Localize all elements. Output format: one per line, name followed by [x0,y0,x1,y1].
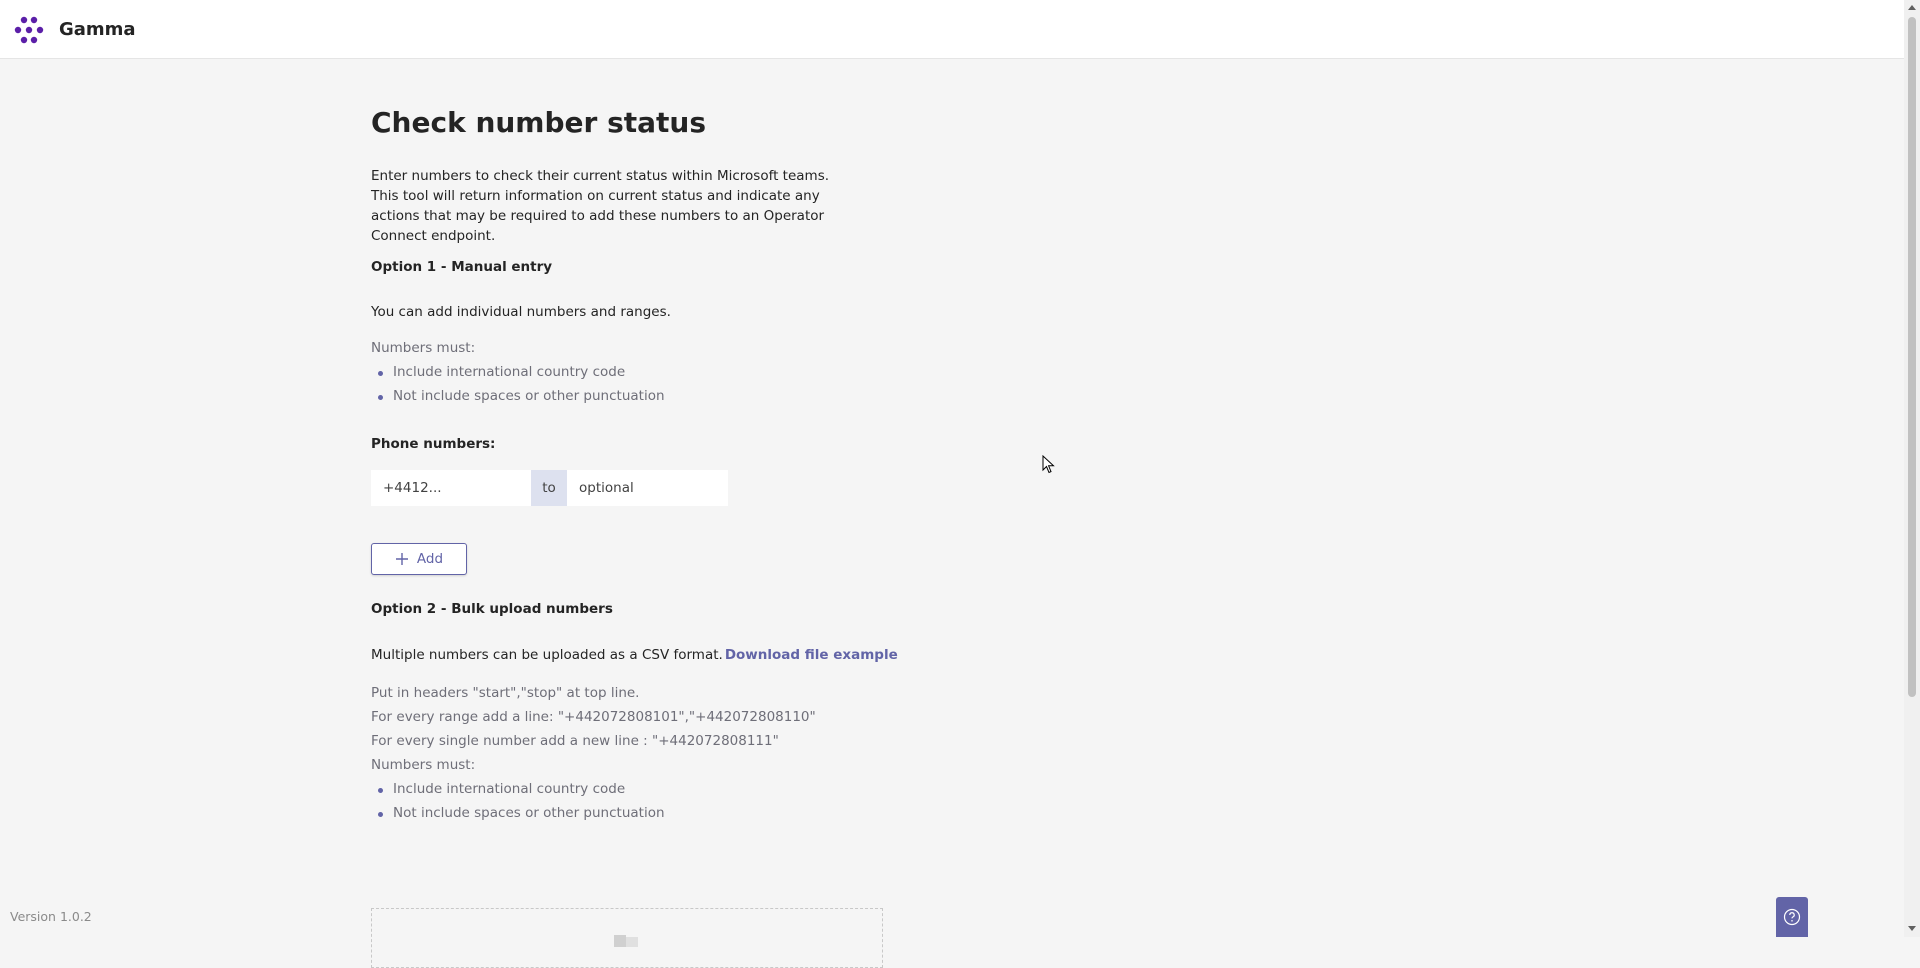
version-label: Version 1.0.2 [10,909,92,924]
scroll-up-icon[interactable] [1908,5,1916,10]
upload-file-icon [614,935,638,947]
option1-description: You can add individual numbers and range… [371,304,671,320]
plus-icon [395,553,408,565]
option2-title: Option 2 - Bulk upload numbers [371,601,613,617]
option1-rules-heading: Numbers must: [371,340,476,356]
top-bar: Gamma [0,0,1904,59]
scroll-down-icon[interactable] [1908,926,1916,931]
gamma-logo-icon [14,16,44,44]
option2-rule-item: Not include spaces or other punctuation [371,805,665,821]
option1-rule-item: Include international country code [371,364,625,380]
question-icon [1783,908,1801,926]
phone-numbers-label: Phone numbers: [371,436,496,452]
option2-rule-item: Include international country code [371,781,625,797]
help-button[interactable] [1776,897,1808,937]
phone-range-row: to [371,470,728,506]
option2-rules-heading: Numbers must: [371,757,476,773]
page-scrollbar[interactable] [1904,0,1920,937]
scroll-thumb[interactable] [1908,17,1916,697]
option2-instruction: For every single number add a new line :… [371,733,779,749]
brand-name: Gamma [59,19,136,40]
to-number-input[interactable] [567,470,728,506]
from-number-input[interactable] [371,470,531,506]
mouse-cursor-icon [1042,455,1055,474]
option2-instruction: Put in headers "start","stop" at top lin… [371,685,640,701]
add-button[interactable]: Add [371,543,467,575]
download-example-link[interactable]: Download file example [725,647,898,663]
option2-description: Multiple numbers can be uploaded as a CS… [371,647,723,663]
add-button-label: Add [416,551,444,567]
file-drop-zone[interactable] [371,908,883,968]
option1-title: Option 1 - Manual entry [371,259,553,275]
page-title: Check number status [371,106,707,139]
option2-instruction: For every range add a line: "+4420728081… [371,709,816,725]
option2-description-row: Multiple numbers can be uploaded as a CS… [371,647,898,663]
page-intro: Enter numbers to check their current sta… [371,168,830,244]
option1-rule-item: Not include spaces or other punctuation [371,388,665,404]
to-label: to [531,470,567,506]
